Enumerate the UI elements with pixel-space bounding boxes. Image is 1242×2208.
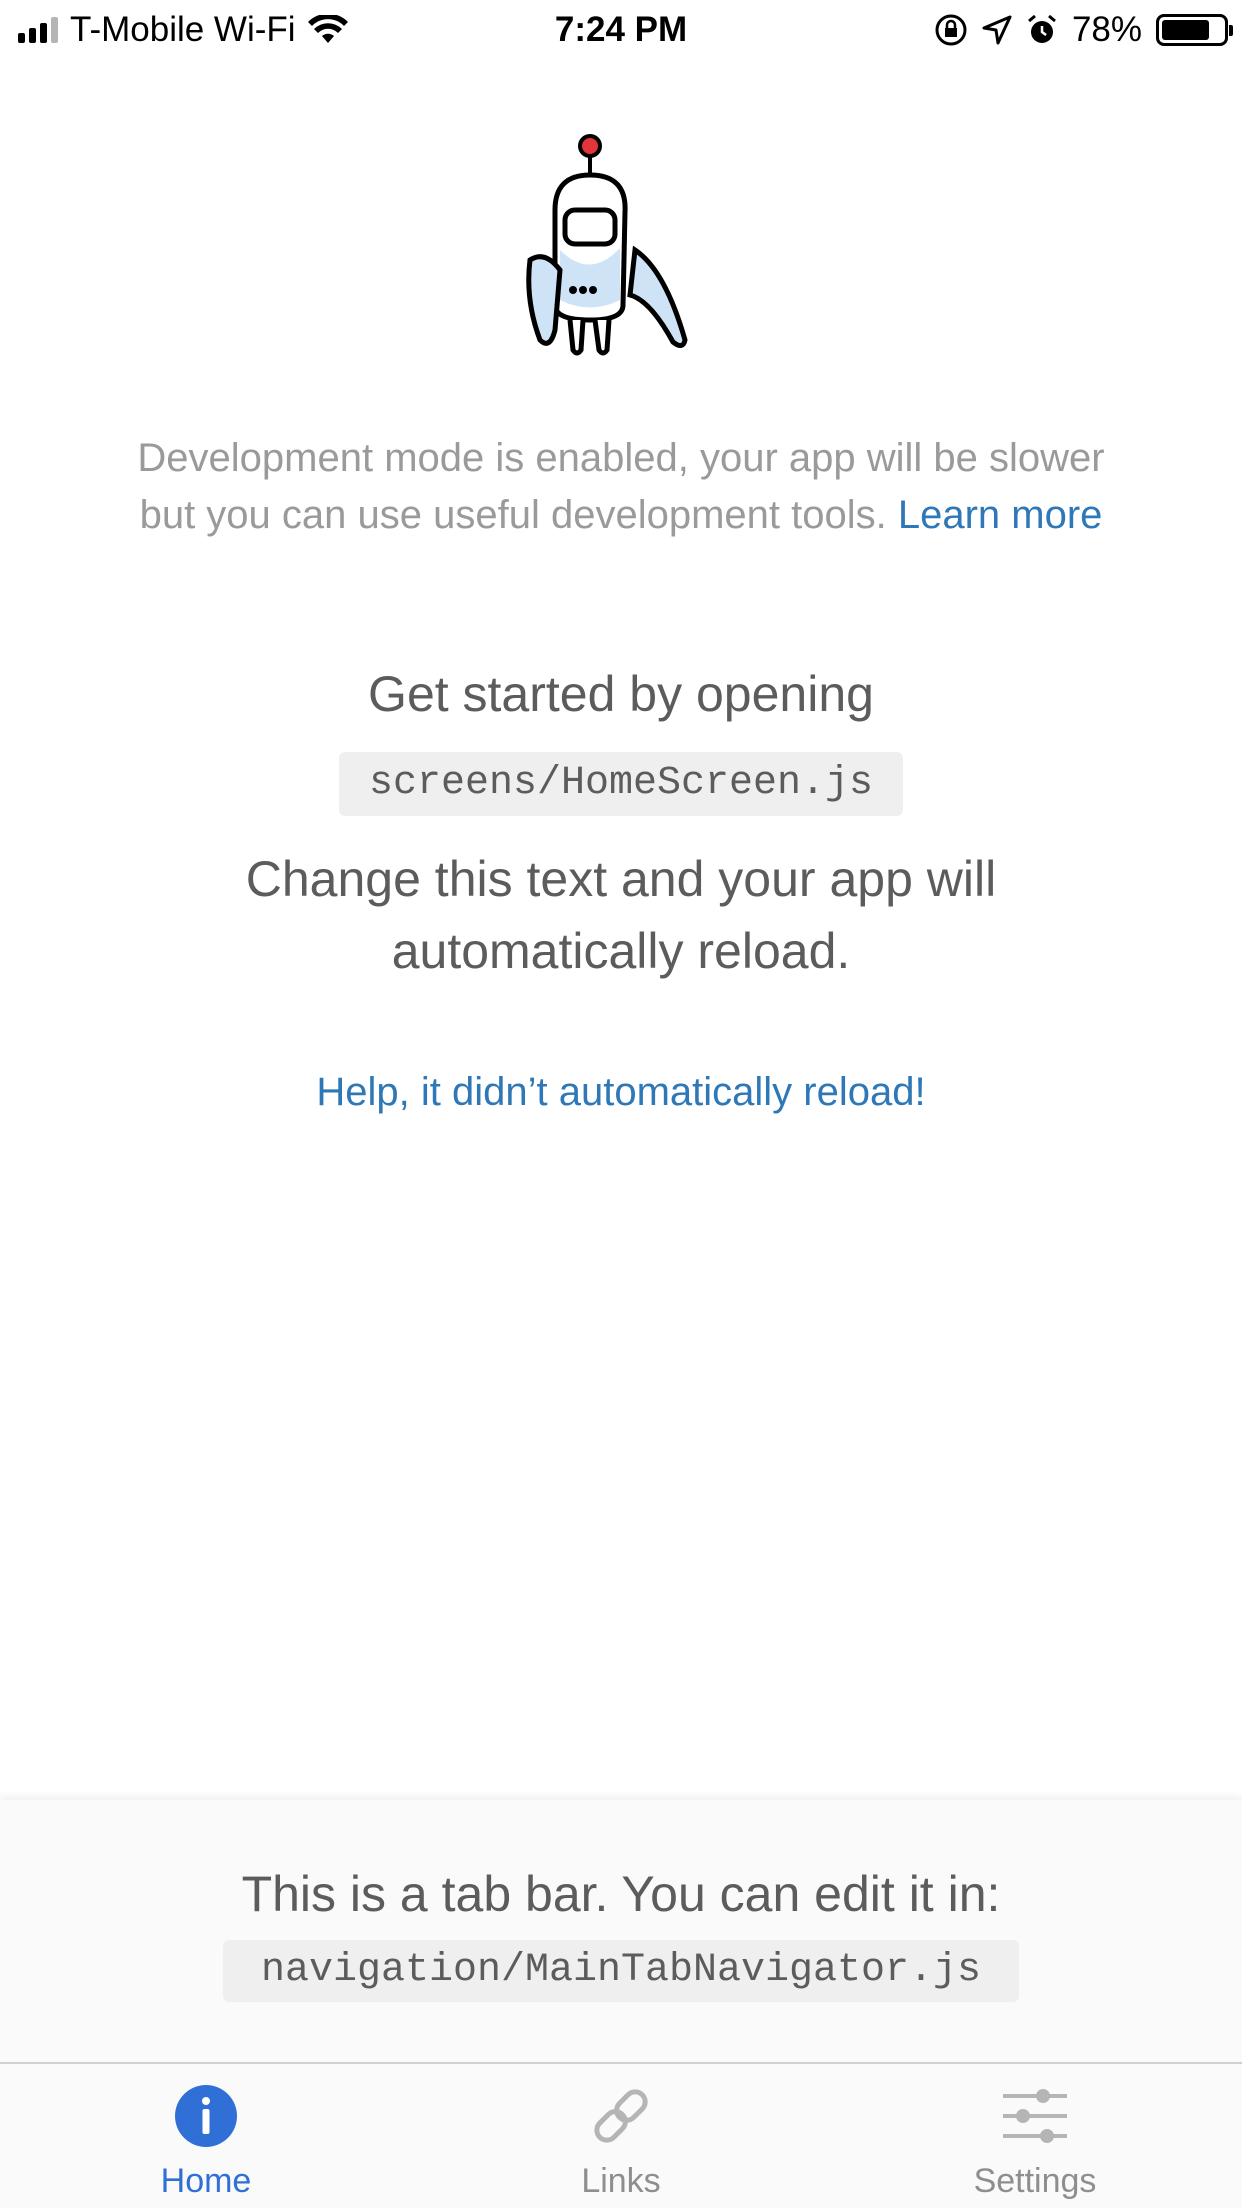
tab-settings[interactable]: Settings xyxy=(885,2064,1185,2208)
link-icon xyxy=(594,2089,648,2143)
code-path-home-screen: screens/HomeScreen.js xyxy=(339,752,903,816)
tab-links-label: Links xyxy=(581,2162,661,2200)
battery-fill xyxy=(1162,20,1209,40)
info-icon xyxy=(175,2085,237,2147)
location-icon xyxy=(982,15,1012,45)
orientation-lock-icon xyxy=(935,14,967,46)
change-text: Change this text and your app will autom… xyxy=(245,851,997,979)
status-right: 78% xyxy=(934,10,1233,50)
help-reload-link[interactable]: Help, it didn’t automatically reload! xyxy=(0,1070,1242,1115)
status-bar: T-Mobile Wi-Fi 7:24 PM 78% xyxy=(0,0,1242,62)
tab-settings-label: Settings xyxy=(973,2162,1097,2200)
battery-percent: 78% xyxy=(1071,10,1142,49)
dev-mode-notice: Development mode is enabled, your app wi… xyxy=(120,430,1122,544)
app-screen: T-Mobile Wi-Fi 7:24 PM 78% Development m… xyxy=(0,0,1242,2208)
tab-links[interactable]: Links xyxy=(471,2064,771,2208)
tab-bar-info-text: This is a tab bar. You can edit it in: xyxy=(241,1866,1001,1922)
tab-home[interactable]: Home xyxy=(56,2064,356,2208)
alarm-icon xyxy=(1027,14,1056,43)
tab-home-label: Home xyxy=(160,2162,252,2200)
sliders-icon xyxy=(1003,2089,1067,2143)
robot-icon xyxy=(526,134,688,356)
code-path-navigator: navigation/MainTabNavigator.js xyxy=(223,1940,1019,2002)
get-started-text: Get started by opening xyxy=(368,666,874,722)
battery-icon xyxy=(1156,14,1233,46)
tab-bar-info-panel: This is a tab bar. You can edit it in: n… xyxy=(0,1800,1242,2062)
tab-bar: Home Links Settings xyxy=(0,2062,1242,2208)
learn-more-link[interactable]: Learn more xyxy=(898,493,1103,537)
